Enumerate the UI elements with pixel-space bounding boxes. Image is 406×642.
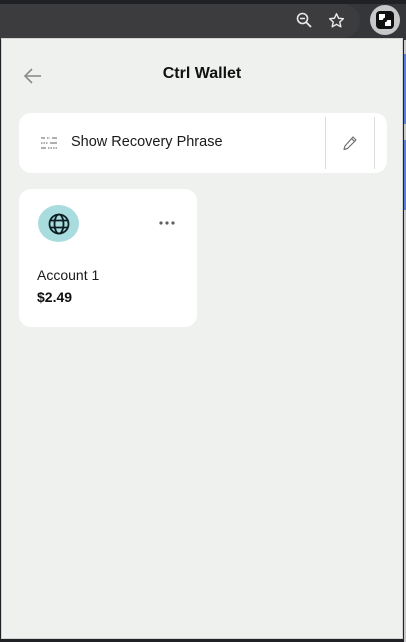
ctrl-extension-icon [376,11,394,29]
divider [374,117,375,169]
pencil-icon [343,136,357,151]
page-title: Ctrl Wallet [162,65,242,82]
more-horizontal-icon [159,221,175,225]
recovery-phrase-card: Show Recovery Phrase [19,113,387,173]
account-menu-button[interactable] [157,217,177,229]
account-card[interactable]: Account 1 $2.49 [19,189,197,327]
account-balance: $2.49 [37,289,73,305]
ctrl-extension-button[interactable] [370,5,400,35]
header: Ctrl Wallet [2,39,402,111]
edit-wallet-button[interactable] [326,113,374,173]
star-icon[interactable] [326,10,346,30]
browser-toolbar [0,0,406,40]
account-name: Account 1 [37,267,100,283]
account-avatar [38,205,79,242]
globe-icon [48,213,69,234]
zoom-out-icon[interactable] [294,10,314,30]
wallet-popup: Ctrl Wallet Show Recovery Phrase Account… [1,38,403,639]
recovery-phrase-label: Show Recovery Phrase [71,134,223,150]
phrase-icon [41,137,57,149]
show-recovery-phrase-button[interactable]: Show Recovery Phrase [19,113,325,173]
